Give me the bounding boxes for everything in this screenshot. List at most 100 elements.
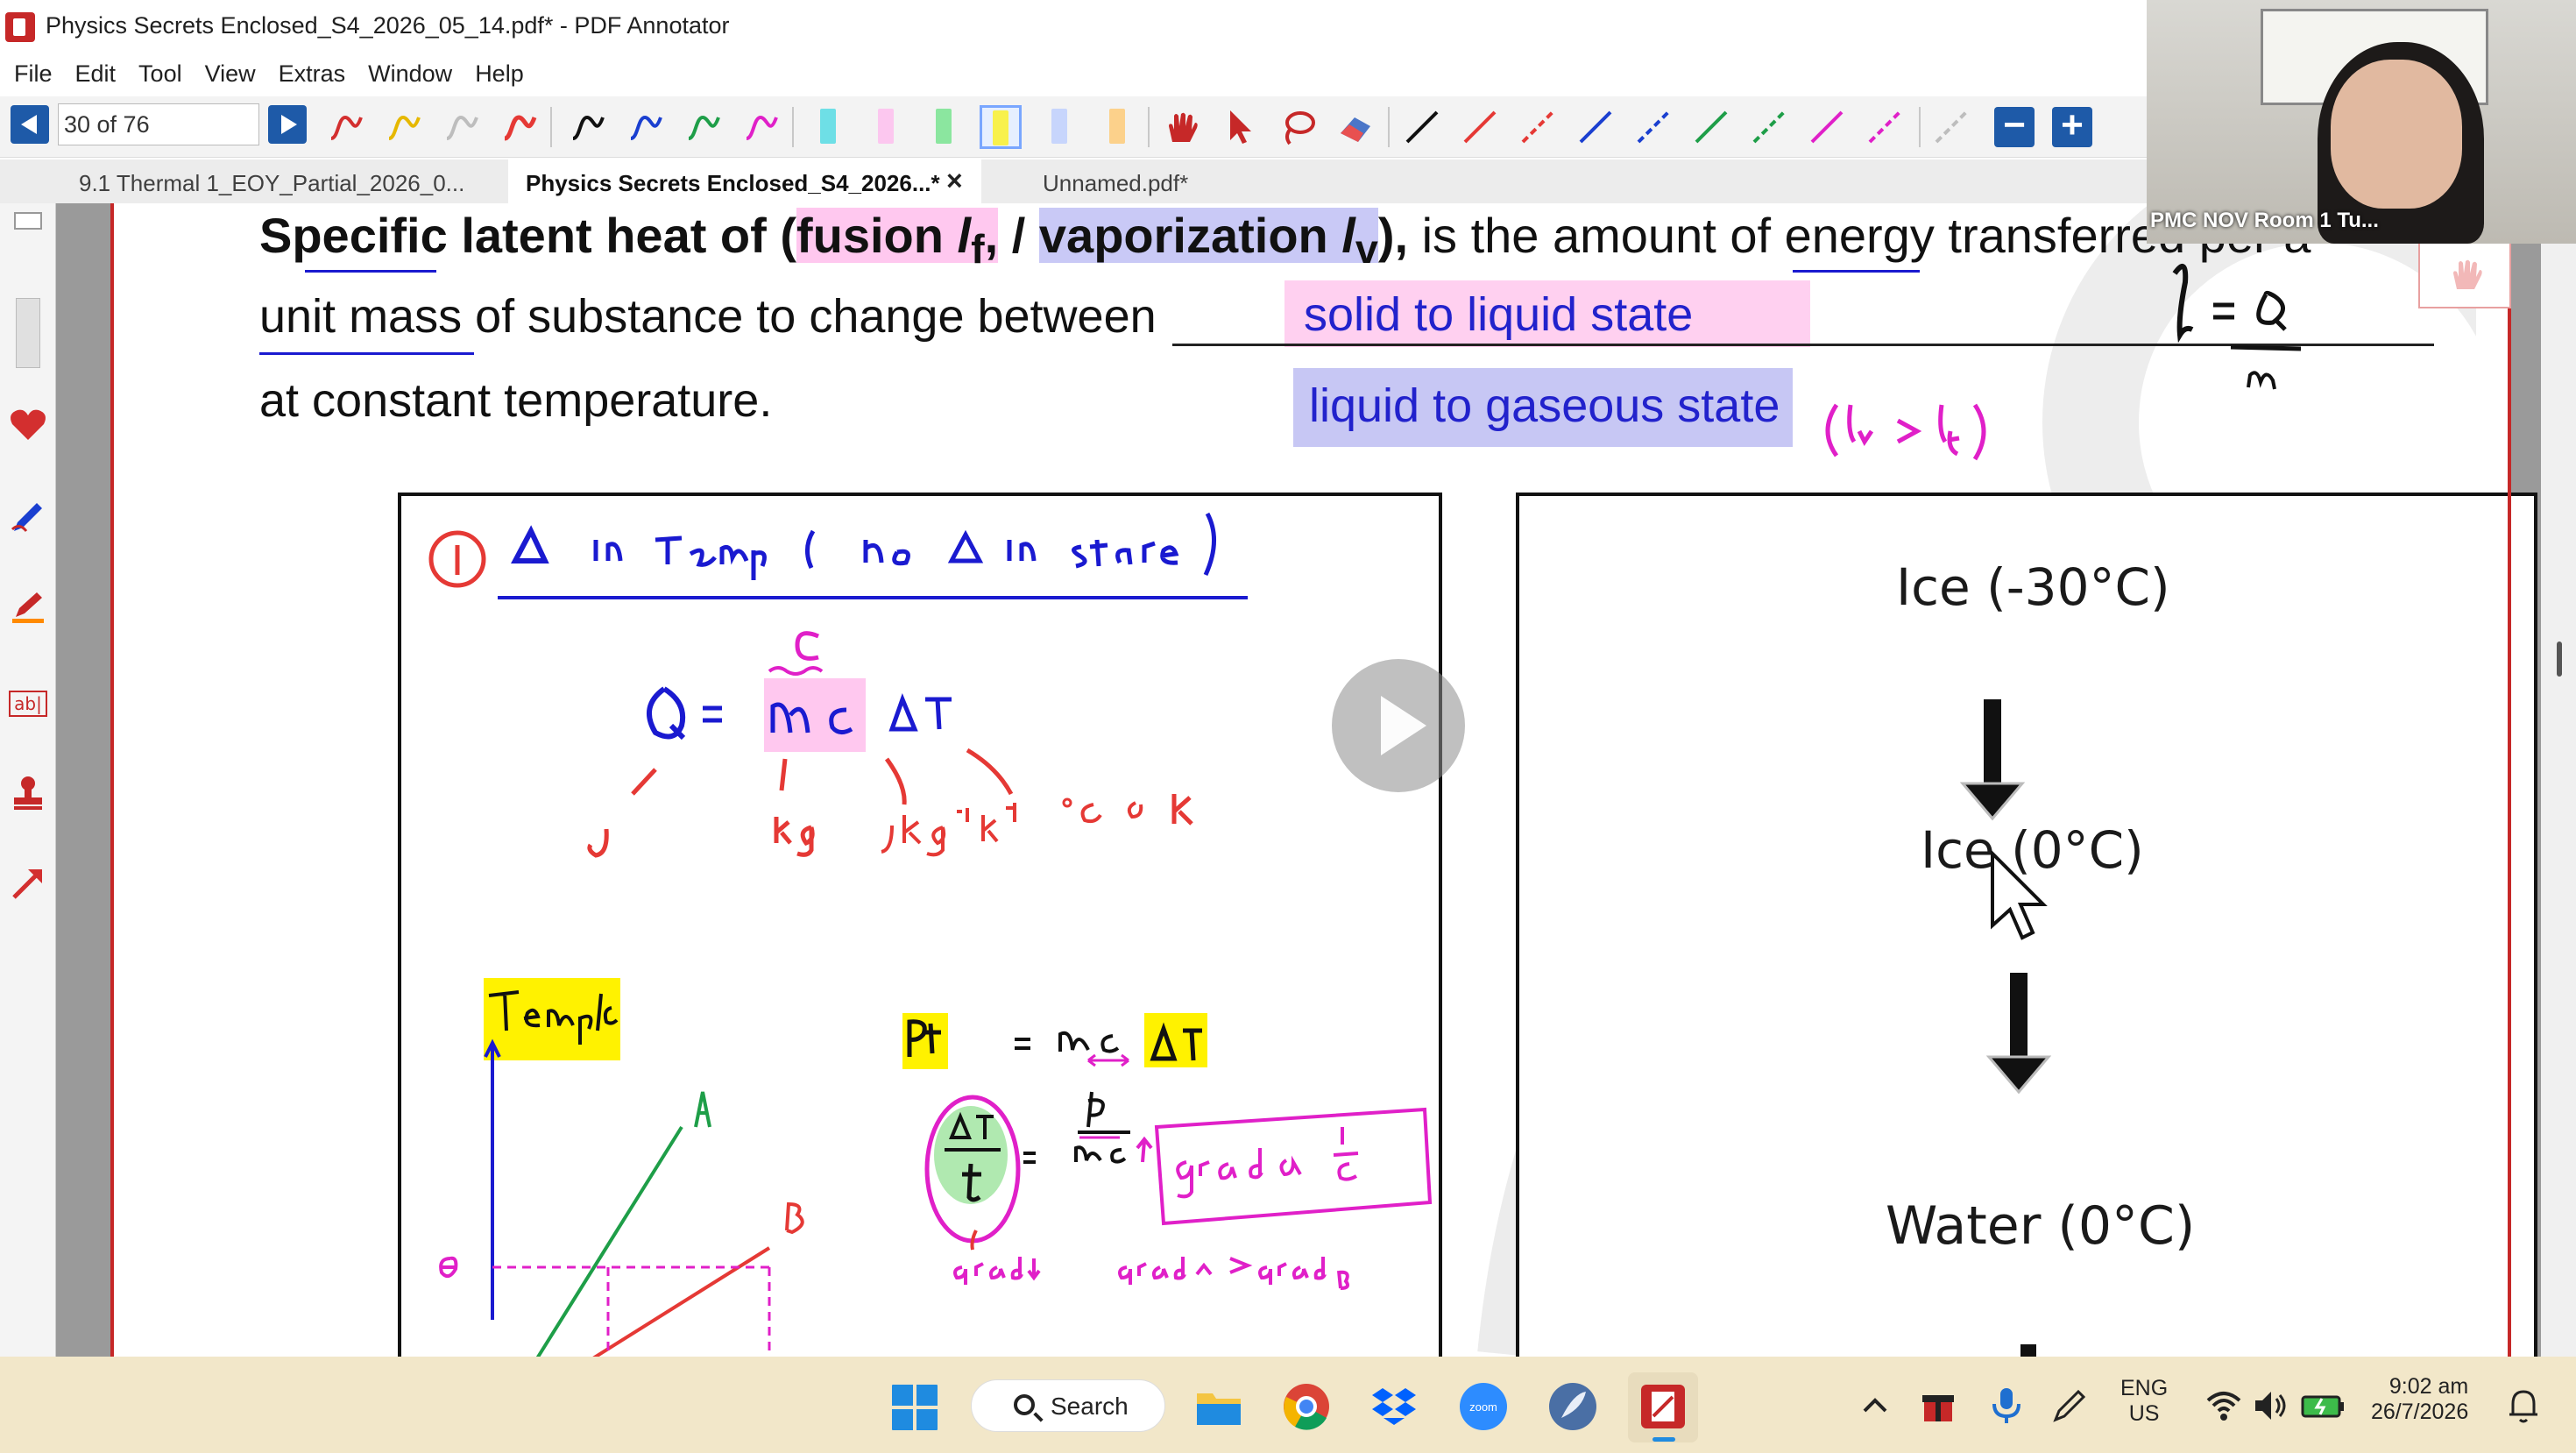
tab-thermal[interactable]: 9.1 Thermal 1_EOY_Partial_2026_0... (61, 159, 482, 203)
microphone-icon[interactable] (1989, 1386, 2024, 1425)
previous-page-button[interactable] (11, 105, 49, 144)
highlighter-cyan-icon[interactable] (820, 109, 836, 144)
dropbox-icon[interactable] (1369, 1381, 1419, 1432)
menu-extras[interactable]: Extras (279, 60, 346, 88)
lasso-icon[interactable] (1277, 107, 1318, 147)
line-blue-icon[interactable] (1575, 107, 1616, 147)
taskbar-active-app[interactable] (1628, 1372, 1698, 1442)
video-play-button[interactable] (1332, 659, 1465, 792)
hand-tool-icon[interactable] (1162, 107, 1202, 147)
close-paren: ), (1377, 208, 1409, 263)
pdf-annotator-taskbar-icon (1641, 1385, 1685, 1428)
document-workspace: ab| Specific latent heat of (fusion lf, … (0, 203, 2576, 1357)
zoom-video-thumbnail[interactable]: PMC NOV Room 1 Tu... (2147, 0, 2576, 244)
handwritten-notes (428, 512, 1433, 1357)
mouse-cursor-icon (1991, 850, 2048, 940)
highlighter-yellow-selected[interactable] (980, 105, 1022, 149)
pdf-page[interactable]: Specific latent heat of (fusion lf, / va… (110, 203, 2537, 1357)
panel-scrollbar[interactable] (16, 298, 40, 368)
dashed-line-blue-icon[interactable] (1633, 107, 1674, 147)
window-title: Physics Secrets Enclosed_S4_2026_05_14.p… (46, 12, 730, 39)
raised-hand-icon (2453, 259, 2482, 289)
pen-yellow-icon[interactable] (384, 107, 424, 147)
pen-menu-icon[interactable] (2050, 1386, 2089, 1425)
volume-icon[interactable] (2252, 1388, 2290, 1423)
line-magenta-icon[interactable] (1807, 107, 1847, 147)
pen-grey-icon[interactable] (442, 107, 482, 147)
pen-red-thick-icon[interactable] (499, 107, 540, 147)
dashed-line-green-icon[interactable] (1749, 107, 1789, 147)
menu-edit[interactable]: Edit (75, 60, 117, 88)
pen-red-icon[interactable] (326, 107, 366, 147)
definition-line-3: at constant temperature. (259, 374, 773, 427)
handwritten-formula-annotation (1825, 264, 2301, 461)
zoom-icon[interactable]: zoom (1458, 1381, 1509, 1432)
gift-icon[interactable] (1919, 1386, 1957, 1425)
menu-tool[interactable]: Tool (138, 60, 182, 88)
pen-blue-icon[interactable] (626, 107, 666, 147)
tab-unnamed[interactable]: Unnamed.pdf* (1025, 159, 1206, 203)
dashed-line-grey-icon[interactable] (1931, 107, 1971, 147)
pen-green-icon[interactable] (683, 107, 724, 147)
toolbar-separator (792, 107, 794, 147)
select-arrow-icon[interactable] (1220, 107, 1260, 147)
ice-minus-30-label: Ice (-30°C) (1896, 557, 2170, 617)
chrome-icon[interactable] (1281, 1381, 1332, 1432)
vertical-scrollbar[interactable] (2541, 203, 2576, 1357)
highlighter-lightblue-icon[interactable] (1051, 109, 1067, 144)
toolbar-separator (1148, 107, 1150, 147)
windows-taskbar: Search zoom ENG US 9:02 am 26/7/2026 (0, 1357, 2576, 1453)
favorite-heart-icon[interactable] (7, 403, 49, 445)
highlighter-yellow-icon (993, 110, 1008, 145)
menu-file[interactable]: File (14, 60, 53, 88)
highlighter-orange-icon[interactable] (1109, 109, 1125, 144)
underline-annotation (305, 270, 436, 273)
toolbar: − + (0, 96, 2147, 158)
eraser-icon[interactable] (1335, 107, 1376, 147)
left-tool-panel: ab| (0, 203, 56, 1357)
tab-physics-secrets[interactable]: Physics Secrets Enclosed_S4_2026...* × (508, 159, 981, 203)
pen-magenta-icon[interactable] (741, 107, 782, 147)
app-window: Physics Secrets Enclosed_S4_2026_05_14.p… (0, 0, 2576, 1453)
file-explorer-icon[interactable] (1193, 1381, 1244, 1432)
close-tab-icon[interactable]: × (946, 165, 963, 197)
chevron-up-icon[interactable] (1858, 1388, 1893, 1423)
lv-subscript: v (1355, 226, 1378, 273)
pen-black-icon[interactable] (568, 107, 608, 147)
line-black-icon[interactable] (1402, 107, 1442, 147)
text-box-icon[interactable]: ab| (9, 691, 47, 717)
menu-window[interactable]: Window (368, 60, 452, 88)
windows-start-icon[interactable] (890, 1383, 939, 1432)
raise-hand-panel[interactable] (2418, 242, 2511, 308)
line-green-icon[interactable] (1691, 107, 1731, 147)
toolbar-separator (1388, 107, 1390, 147)
next-page-button[interactable] (268, 105, 307, 144)
language-code: ENG (2120, 1376, 2169, 1400)
feather-app-icon[interactable] (1547, 1381, 1598, 1432)
zoom-out-button[interactable]: − (1994, 106, 2035, 147)
taskbar-search-box[interactable]: Search (971, 1379, 1165, 1432)
zoom-in-button[interactable]: + (2052, 106, 2092, 147)
stamp-icon[interactable] (7, 771, 49, 813)
highlighter-green-icon[interactable] (936, 109, 952, 144)
lv-symbol: l (1341, 208, 1355, 263)
toolbar-separator (550, 107, 552, 147)
menu-view[interactable]: View (205, 60, 256, 88)
language-indicator[interactable]: ENG US (2120, 1376, 2168, 1427)
page-thumbnail-icon[interactable] (14, 212, 42, 230)
page-number-field[interactable] (58, 103, 259, 145)
dashed-line-red-icon[interactable] (1518, 107, 1558, 147)
highlighter-pink-icon[interactable] (878, 109, 894, 144)
highlighter-tool-icon[interactable] (7, 585, 49, 627)
line-red-icon[interactable] (1460, 107, 1500, 147)
menu-help[interactable]: Help (475, 60, 524, 88)
toolbar-separator (1919, 107, 1921, 147)
dashed-line-magenta-icon[interactable] (1865, 107, 1905, 147)
clock[interactable]: 9:02 am 26/7/2026 (2371, 1374, 2468, 1425)
battery-charging-icon[interactable] (2301, 1388, 2346, 1423)
notification-bell-icon[interactable] (2506, 1386, 2541, 1425)
presenter-face (2331, 60, 2462, 209)
pen-tool-icon[interactable] (7, 496, 49, 538)
arrow-tool-icon[interactable] (7, 862, 49, 904)
wifi-icon[interactable] (2204, 1388, 2243, 1423)
